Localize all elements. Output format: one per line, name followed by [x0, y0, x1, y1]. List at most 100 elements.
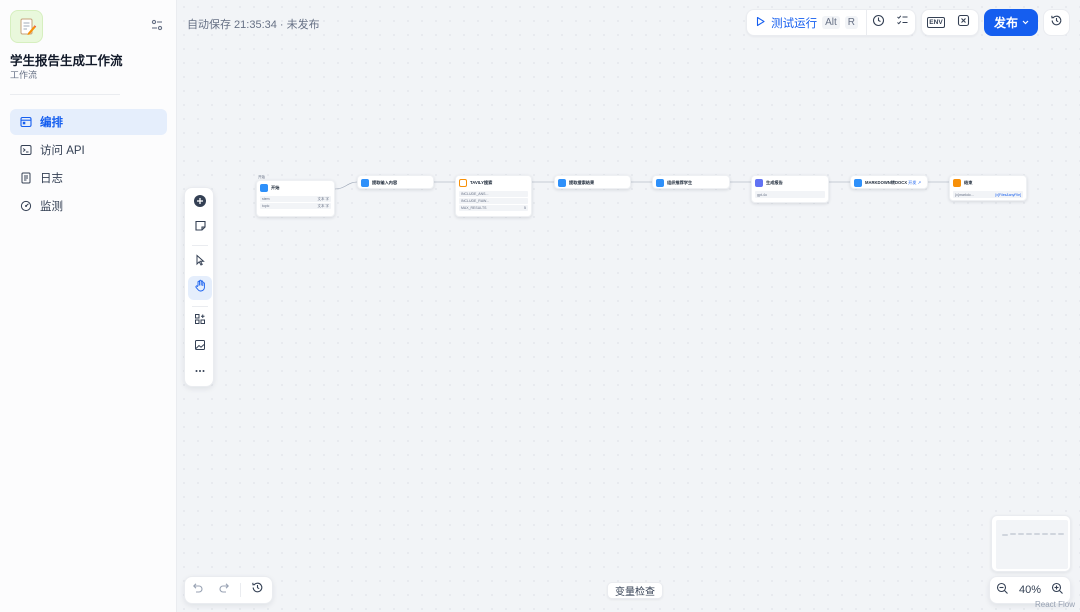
- undo-redo-bar: [184, 576, 273, 604]
- node-generate-report[interactable]: 生成报告 gpt-4o: [751, 175, 829, 203]
- minimap-node: [1050, 533, 1056, 535]
- tavily-logo-icon: [459, 179, 467, 187]
- output-name: {x}markdo...: [955, 192, 974, 197]
- hand-mode-button[interactable]: [188, 276, 212, 300]
- shortcut-key: Alt: [822, 16, 840, 29]
- version-history-button[interactable]: [1043, 9, 1070, 36]
- minimap-viewport: [996, 520, 1068, 569]
- node-header: 生成报告: [752, 176, 828, 190]
- plus-circle-icon: [193, 194, 207, 213]
- play-icon: [755, 16, 766, 30]
- undo-icon: [192, 581, 204, 599]
- chevron-down-icon: [1021, 16, 1030, 30]
- collapse-sidebar-icon[interactable]: [150, 18, 164, 32]
- node-header: 提取输入内容: [358, 176, 433, 190]
- pointer-mode-button[interactable]: [188, 250, 212, 274]
- image-icon: [194, 338, 206, 356]
- change-history-button[interactable]: [244, 577, 270, 603]
- llm-icon: [755, 179, 763, 187]
- redo-icon: [218, 581, 230, 599]
- publish-button[interactable]: 发布: [983, 9, 1038, 36]
- env-icon: ENV: [927, 17, 945, 28]
- nav-item-monitor[interactable]: 监测: [10, 193, 167, 219]
- hand-icon: [194, 279, 207, 297]
- node-start[interactable]: 开始 stem 文本 字 topic 文本 字: [256, 180, 335, 217]
- var-type: 文本 字: [317, 196, 329, 201]
- clock-play-icon: [872, 14, 885, 32]
- minimap-node: [1002, 534, 1008, 536]
- history-icon: [1050, 14, 1063, 32]
- checklist-button[interactable]: [891, 10, 915, 35]
- history-icon: [251, 581, 264, 599]
- add-note-button[interactable]: [188, 216, 212, 240]
- cursor-icon: [194, 253, 206, 271]
- var-name: topic: [262, 204, 270, 208]
- node-title: 组织推荐学生: [667, 180, 693, 185]
- node-markdown-to-docx[interactable]: MARKDOWN转DOCX 开发 ↗: [850, 175, 928, 189]
- zoom-out-icon[interactable]: [996, 582, 1009, 598]
- workflow-canvas[interactable]: [177, 0, 1080, 612]
- minimap[interactable]: [991, 515, 1071, 572]
- undo-divider: [240, 583, 241, 597]
- nav-item-label: 监测: [40, 201, 63, 213]
- node-title: 提取搜索结果: [569, 180, 595, 185]
- react-flow-attribution[interactable]: React Flow: [1035, 600, 1075, 609]
- env-group: ENV: [920, 9, 979, 36]
- nav-item-api[interactable]: 访问 API: [10, 137, 167, 163]
- nav-item-label: 访问 API: [40, 145, 85, 157]
- param-row: INCLUDE_RAW...: [459, 198, 528, 204]
- minimap-node: [1026, 533, 1032, 535]
- app-title: 学生报告生成工作流: [10, 54, 123, 68]
- run-history-button[interactable]: [867, 10, 891, 35]
- nav-item-label: 日志: [40, 173, 63, 185]
- model-row: gpt-4o: [755, 191, 825, 198]
- test-run-button[interactable]: 测试运行 Alt R: [747, 10, 867, 35]
- node-tavily-search[interactable]: TAVILY搜索 INCLUDE_ANS... INCLUDE_RAW... M…: [455, 175, 532, 217]
- node-extract-input[interactable]: 提取输入内容: [357, 175, 434, 189]
- nav-item-logs[interactable]: 日志: [10, 165, 167, 191]
- input-var-row: stem 文本 字: [260, 196, 331, 202]
- node-title: MARKDOWN转DOCX: [865, 180, 908, 185]
- node-header: 提取搜索结果: [555, 176, 630, 190]
- sidebar-divider: [10, 94, 120, 95]
- node-end[interactable]: 结束 {x}markdo... [x]Files&anyFile]: [949, 175, 1027, 201]
- variable-inspect-button[interactable]: 变量检查: [607, 582, 663, 599]
- node-title: 生成报告: [766, 180, 783, 185]
- layout-grid-icon: [194, 312, 206, 330]
- add-node-button[interactable]: [188, 191, 212, 215]
- env-button[interactable]: ENV: [922, 10, 950, 35]
- zoom-in-icon[interactable]: [1051, 582, 1064, 598]
- redo-button[interactable]: [211, 577, 237, 603]
- node-header: 开始: [257, 181, 334, 195]
- node-header: MARKDOWN转DOCX 开发 ↗: [851, 176, 927, 190]
- param-row: MAX_RESULTS 5: [459, 205, 528, 211]
- more-options-button[interactable]: [188, 361, 212, 385]
- palette-divider: [192, 306, 208, 307]
- sidebar: 学生报告生成工作流 工作流 编排 访问 API 日志 监测: [0, 0, 177, 612]
- nav-item-orchestrate[interactable]: 编排: [10, 109, 167, 135]
- code-icon: [361, 179, 369, 187]
- log-icon: [20, 172, 32, 184]
- node-title: 开始: [271, 185, 280, 190]
- node-title: TAVILY搜索: [470, 180, 493, 185]
- zoom-level[interactable]: 40%: [1019, 584, 1041, 596]
- checklist-icon: [896, 14, 909, 32]
- node-extract-results[interactable]: 提取搜索结果: [554, 175, 631, 189]
- minimap-node: [1034, 533, 1040, 535]
- export-image-button[interactable]: [188, 335, 212, 359]
- more-dots-icon: [194, 364, 206, 382]
- end-icon: [953, 179, 961, 187]
- terminal-icon: [20, 144, 32, 156]
- node-header: TAVILY搜索: [456, 176, 531, 190]
- conversation-variable-button[interactable]: [950, 10, 978, 35]
- output-value: [x]Files&anyFile]: [995, 192, 1021, 197]
- minimap-node: [1058, 533, 1064, 535]
- node-organize-students[interactable]: 组织推荐学生: [652, 175, 730, 189]
- variable-x-icon: [957, 14, 970, 32]
- undo-button[interactable]: [185, 577, 211, 603]
- organize-blocks-button[interactable]: [188, 309, 212, 333]
- top-toolbar: 测试运行 Alt R ENV 发布: [746, 9, 1070, 36]
- palette-divider: [192, 245, 208, 246]
- param-name: INCLUDE_ANS...: [461, 192, 489, 196]
- node-header: 结束: [950, 176, 1026, 190]
